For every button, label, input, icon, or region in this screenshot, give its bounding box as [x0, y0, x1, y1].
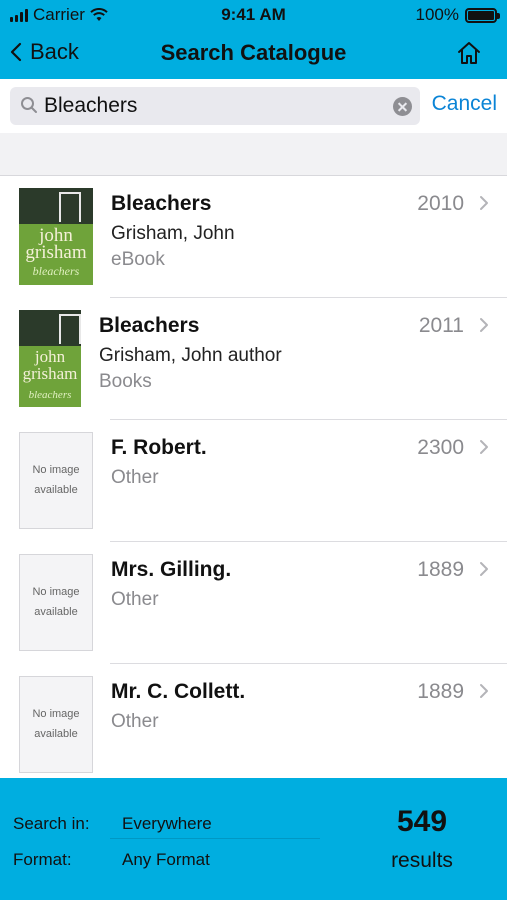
list-item[interactable]: No image available F. Robert. Other 2300 [0, 420, 507, 542]
no-image-placeholder: No image available [19, 676, 93, 773]
chevron-right-icon [480, 318, 488, 332]
back-button[interactable]: Back [10, 39, 79, 65]
back-label: Back [30, 39, 79, 64]
search-field [10, 87, 420, 125]
result-year: 1889 [417, 680, 464, 703]
book-cover: No image available [19, 432, 93, 529]
section-spacer [0, 133, 507, 176]
format-value[interactable]: Any Format [122, 850, 210, 870]
book-cover: No image available [19, 676, 93, 773]
chevron-right-icon [480, 196, 488, 210]
search-bar: Cancel [0, 79, 507, 133]
chevron-right-icon [480, 562, 488, 576]
search-options-footer: Search in: Everywhere Format: Any Format… [0, 778, 507, 900]
result-format: Other [111, 467, 159, 488]
battery-icon [465, 7, 500, 23]
no-image-placeholder: No image available [19, 554, 93, 651]
battery-percent: 100% [415, 5, 459, 24]
result-author: Grisham, John [111, 223, 235, 244]
result-year: 2300 [417, 436, 464, 459]
result-format: eBook [111, 249, 165, 270]
no-image-placeholder: No image available [19, 432, 93, 529]
list-item[interactable]: john grisham bleachers Bleachers Grisham… [0, 176, 507, 298]
result-format: Other [111, 711, 159, 732]
cover-image: john grisham bleachers [19, 188, 93, 285]
result-title: Mr. C. Collett. [111, 680, 246, 703]
nav-bar: Back Search Catalogue [0, 30, 507, 79]
cover-text: grisham [22, 364, 78, 383]
clear-icon[interactable] [393, 97, 412, 116]
result-count: 549 [396, 805, 448, 838]
cover-text: bleachers [28, 389, 72, 401]
cover-text: bleachers [32, 264, 80, 278]
app-header: Carrier 9:41 AM 100% Back Search Catalog… [0, 0, 507, 79]
result-author: Grisham, John author [99, 345, 282, 366]
home-icon[interactable] [455, 39, 483, 67]
result-title: Bleachers [111, 192, 212, 215]
result-year: 2010 [417, 192, 464, 215]
result-year: 1889 [417, 558, 464, 581]
chevron-left-icon [10, 42, 22, 62]
search-icon [21, 97, 37, 113]
cover-image: john grisham bleachers [19, 310, 81, 407]
result-format: Books [99, 371, 152, 392]
book-cover: john grisham bleachers [19, 310, 81, 407]
result-count-label: results [391, 849, 453, 872]
search-in-label: Search in: [13, 814, 90, 833]
list-item[interactable]: No image available Mrs. Gilling. Other 1… [0, 542, 507, 664]
status-bar: Carrier 9:41 AM 100% [0, 0, 507, 30]
result-title: Mrs. Gilling. [111, 558, 232, 581]
cover-text: grisham [25, 242, 87, 263]
result-format: Other [111, 589, 159, 610]
book-cover: john grisham bleachers [19, 188, 93, 285]
list-item[interactable]: No image available Mr. C. Collett. Other… [0, 664, 507, 778]
list-item[interactable]: john grisham bleachers Bleachers Grisham… [0, 298, 507, 420]
book-cover: No image available [19, 554, 93, 651]
results-list: john grisham bleachers Bleachers Grisham… [0, 176, 507, 778]
status-right: 100% [415, 5, 500, 25]
cancel-button[interactable]: Cancel [432, 92, 497, 116]
footer-divider [110, 838, 320, 839]
cover-text: john [34, 347, 66, 366]
chevron-right-icon [480, 440, 488, 454]
search-input[interactable] [44, 89, 384, 123]
chevron-right-icon [480, 684, 488, 698]
search-in-value[interactable]: Everywhere [122, 814, 212, 834]
format-label: Format: [13, 850, 72, 869]
result-title: Bleachers [99, 314, 200, 337]
result-year: 2011 [418, 314, 464, 337]
result-title: F. Robert. [111, 436, 207, 459]
